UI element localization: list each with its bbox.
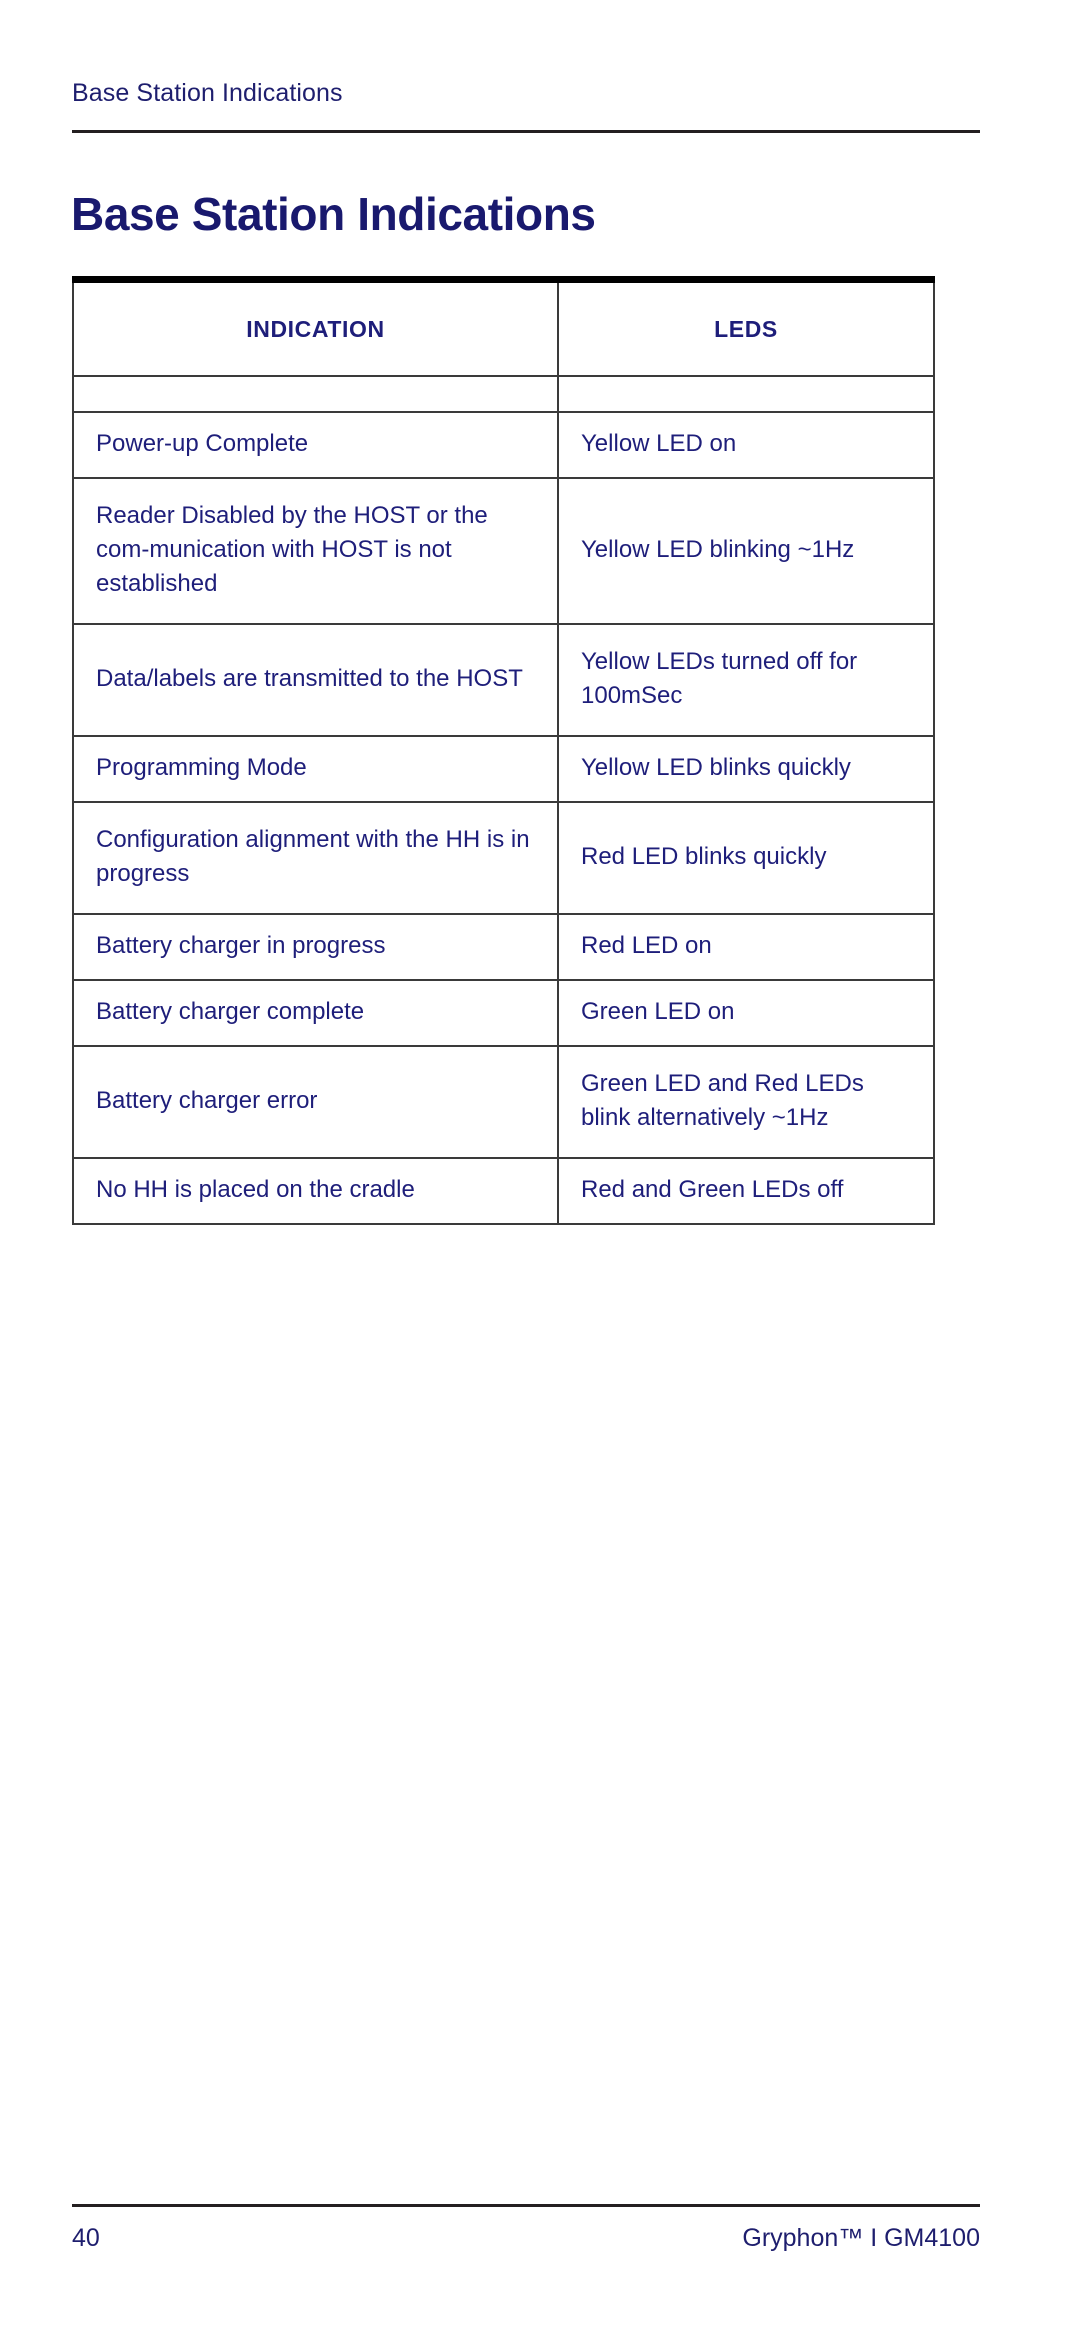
cell-leds: Yellow LED blinking ~1Hz xyxy=(557,477,935,625)
table-header-row: INDICATION LEDS xyxy=(72,276,935,377)
table-row: Battery charger in progress Red LED on xyxy=(72,913,935,981)
cell-indication: Battery charger error xyxy=(72,1045,559,1159)
document-page: Base Station Indications Base Station In… xyxy=(0,0,1080,2340)
table-header: INDICATION LEDS xyxy=(72,276,935,377)
header-rule xyxy=(72,130,980,133)
footer-rule xyxy=(72,2204,980,2207)
table-row: Power-up Complete Yellow LED on xyxy=(72,411,935,479)
indications-table: INDICATION LEDS Power-up Complete Yellow… xyxy=(72,276,935,1225)
cell-leds: Red LED blinks quickly xyxy=(557,801,935,915)
cell-leds: Red and Green LEDs off xyxy=(557,1157,935,1225)
cell-indication: Data/labels are transmitted to the HOST xyxy=(72,623,559,737)
cell-leds: Red LED on xyxy=(557,913,935,981)
cell-indication: No HH is placed on the cradle xyxy=(72,1157,559,1225)
cell-indication: Battery charger complete xyxy=(72,979,559,1047)
page-number: 40 xyxy=(72,2224,100,2252)
cell-leds: Yellow LED on xyxy=(557,411,935,479)
cell-leds: Green LED and Red LEDs blink alternative… xyxy=(557,1045,935,1159)
cell-leds: Yellow LED blinks quickly xyxy=(557,735,935,803)
running-header: Base Station Indications xyxy=(72,79,343,107)
cell-leds: Green LED on xyxy=(557,979,935,1047)
table-row: Reader Disabled by the HOST or the com-m… xyxy=(72,477,935,625)
page-title: Base Station Indications xyxy=(71,187,596,240)
cell-indication: Reader Disabled by the HOST or the com-m… xyxy=(72,477,559,625)
cell-indication: Programming Mode xyxy=(72,735,559,803)
table-row: Configuration alignment with the HH is i… xyxy=(72,801,935,915)
column-header-indication: INDICATION xyxy=(72,276,559,377)
column-header-leds: LEDS xyxy=(557,276,935,377)
cell-leds: Yellow LEDs turned off for 100mSec xyxy=(557,623,935,737)
table-row: Data/labels are transmitted to the HOST … xyxy=(72,623,935,737)
cell-indication: Power-up Complete xyxy=(72,411,559,479)
table-body: Power-up Complete Yellow LED on Reader D… xyxy=(72,375,935,1225)
header-separator xyxy=(72,375,935,413)
table-row: No HH is placed on the cradle Red and Gr… xyxy=(72,1157,935,1225)
cell-indication: Configuration alignment with the HH is i… xyxy=(72,801,559,915)
product-name: Gryphon™ I GM4100 xyxy=(742,2224,980,2252)
table-row: Programming Mode Yellow LED blinks quick… xyxy=(72,735,935,803)
indications-table-container: INDICATION LEDS Power-up Complete Yellow… xyxy=(72,276,935,1225)
table-row: Battery charger complete Green LED on xyxy=(72,979,935,1047)
cell-indication: Battery charger in progress xyxy=(72,913,559,981)
table-row: Battery charger error Green LED and Red … xyxy=(72,1045,935,1159)
